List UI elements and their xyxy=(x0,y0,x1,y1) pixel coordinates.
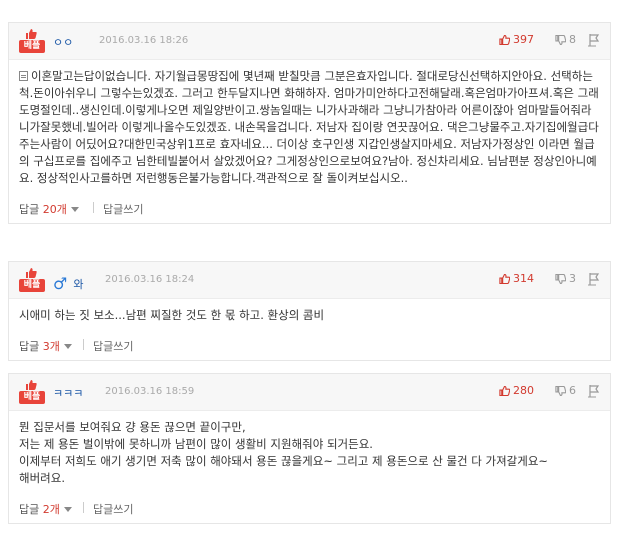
comment-card: 베플 ㅋㅋㅋ 2016.03.16 18:59 280 6 뭔 집문서를 보여줘… xyxy=(8,373,611,524)
report-icon[interactable] xyxy=(588,384,600,398)
comment-author[interactable]: ㅋㅋㅋ xyxy=(53,385,83,401)
reply-label: 답글 xyxy=(19,503,40,516)
thumbs-up-icon xyxy=(499,34,511,46)
thumbs-down-icon xyxy=(555,34,567,46)
like-count: 397 xyxy=(513,33,534,46)
dislike-button[interactable]: 8 xyxy=(555,33,576,46)
comment-date: 2016.03.16 18:24 xyxy=(105,274,195,285)
like-button[interactable]: 314 xyxy=(499,272,534,285)
reply-count: 2개 xyxy=(42,503,60,516)
comment-header: 베플 ㅋㅋㅋ 2016.03.16 18:59 280 6 xyxy=(9,374,610,411)
best-badge-label: 베플 xyxy=(19,391,45,404)
comment-line: 이제부터 저희도 애기 생기면 저축 많이 해야돼서 용돈 끊을게요~ 그리고 … xyxy=(19,454,549,468)
dislike-count: 3 xyxy=(569,272,576,285)
dislike-count: 8 xyxy=(569,33,576,46)
comment-body: 시애미 하는 짓 보소...남편 찌질한 것도 한 몫 하고. 환상의 콤비 xyxy=(9,299,610,330)
chevron-down-icon xyxy=(63,344,72,349)
document-icon xyxy=(19,71,28,81)
like-button[interactable]: 397 xyxy=(499,33,534,46)
dislike-count: 6 xyxy=(569,384,576,397)
comment-date: 2016.03.16 18:59 xyxy=(105,386,195,397)
divider xyxy=(83,502,84,513)
thumbs-down-icon xyxy=(555,385,567,397)
reply-count: 3개 xyxy=(42,340,60,353)
thumbs-up-icon xyxy=(499,385,511,397)
best-comment-badge: 베플 xyxy=(19,268,45,294)
thumbs-up-icon xyxy=(499,273,511,285)
comment-card: 베플 ㅇㅇ 2016.03.16 18:26 397 8 이혼말고는답이없습니다… xyxy=(8,22,611,224)
comment-line: 뭔 집문서를 보여줘요 걍 용돈 끊으면 끝이구만, xyxy=(19,420,246,434)
reply-toggle[interactable]: 답글 2개 xyxy=(19,501,72,517)
reply-toggle[interactable]: 답글 20개 xyxy=(19,201,79,217)
reply-label: 답글 xyxy=(19,340,40,353)
like-button[interactable]: 280 xyxy=(499,384,534,397)
write-reply-button[interactable]: 답글쓰기 xyxy=(93,338,133,354)
comment-author[interactable]: ♂ 와 xyxy=(53,273,84,293)
comment-footer: 답글 2개 답글쓰기 xyxy=(9,493,610,523)
comment-text: 시애미 하는 짓 보소...남편 찌질한 것도 한 몫 하고. 환상의 콤비 xyxy=(19,308,325,322)
comment-date: 2016.03.16 18:26 xyxy=(99,35,189,46)
comment-author[interactable]: ㅇㅇ xyxy=(53,34,73,50)
reply-label: 답글 xyxy=(19,203,40,216)
divider xyxy=(93,202,94,213)
reply-count: 20개 xyxy=(42,203,67,216)
report-icon[interactable] xyxy=(588,33,600,47)
dislike-button[interactable]: 3 xyxy=(555,272,576,285)
comment-line: 저는 제 용돈 벌이밖에 못하니까 남편이 많이 생활비 지원해줘야 되거든요. xyxy=(19,437,373,451)
thumbs-up-icon xyxy=(26,268,37,278)
best-comment-badge: 베플 xyxy=(19,29,45,55)
comment-line: 해버려요. xyxy=(19,471,65,485)
comment-header: 베플 ㅇㅇ 2016.03.16 18:26 397 8 xyxy=(9,23,610,60)
comment-footer: 답글 20개 답글쓰기 xyxy=(9,193,610,223)
divider xyxy=(83,339,84,350)
thumbs-down-icon xyxy=(555,273,567,285)
comment-body: 이혼말고는답이없습니다. 자기월급몽땅집에 몇년째 받칠맛큼 그분은효자입니다.… xyxy=(9,60,610,193)
dislike-button[interactable]: 6 xyxy=(555,384,576,397)
best-badge-label: 베플 xyxy=(19,40,45,53)
male-icon: ♂ xyxy=(53,274,68,293)
chevron-down-icon xyxy=(70,207,79,212)
comment-body: 뭔 집문서를 보여줘요 걍 용돈 끊으면 끝이구만, 저는 제 용돈 벌이밖에 … xyxy=(9,411,610,493)
report-icon[interactable] xyxy=(588,272,600,286)
write-reply-button[interactable]: 답글쓰기 xyxy=(93,501,133,517)
best-comment-badge: 베플 xyxy=(19,380,45,406)
comment-text: 이혼말고는답이없습니다. 자기월급몽땅집에 몇년째 받칠맛큼 그분은효자입니다.… xyxy=(19,69,599,185)
thumbs-up-icon xyxy=(26,29,37,39)
best-badge-label: 베플 xyxy=(19,279,45,292)
chevron-down-icon xyxy=(63,507,72,512)
like-count: 314 xyxy=(513,272,534,285)
thumbs-up-icon xyxy=(26,380,37,390)
author-name: 와 xyxy=(73,278,84,291)
reply-toggle[interactable]: 답글 3개 xyxy=(19,338,72,354)
comment-card: 베플 ♂ 와 2016.03.16 18:24 314 3 시애미 하는 짓 보소… xyxy=(8,261,611,361)
write-reply-button[interactable]: 답글쓰기 xyxy=(103,201,143,217)
comment-footer: 답글 3개 답글쓰기 xyxy=(9,330,610,360)
comment-header: 베플 ♂ 와 2016.03.16 18:24 314 3 xyxy=(9,262,610,299)
like-count: 280 xyxy=(513,384,534,397)
